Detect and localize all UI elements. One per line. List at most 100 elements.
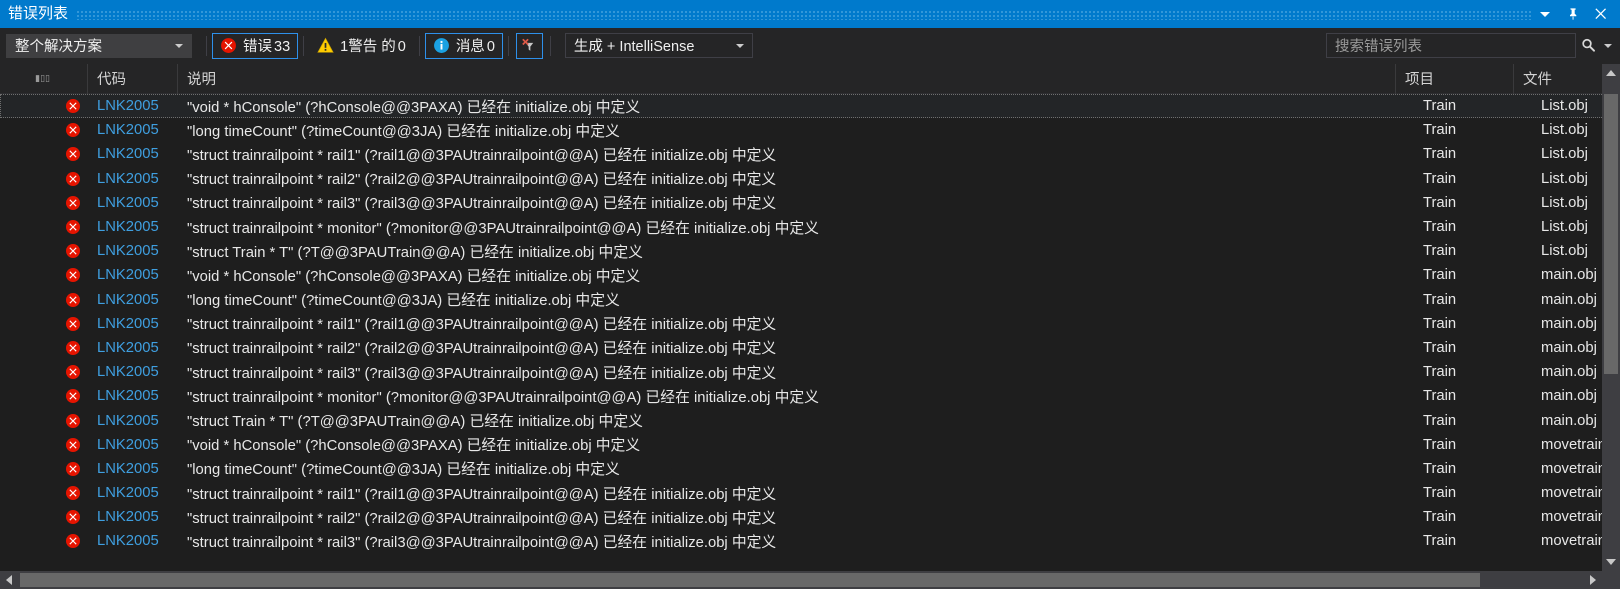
error-icon bbox=[221, 38, 236, 53]
pin-icon[interactable] bbox=[1560, 2, 1586, 26]
table-row[interactable]: LNK2005 "void * hConsole" (?hConsole@@3PA… bbox=[0, 263, 1620, 287]
error-icon bbox=[66, 389, 80, 404]
row-description: "void * hConsole" (?hConsole@@3PAXA) 已经在… bbox=[187, 99, 641, 116]
table-row[interactable]: LNK2005 "struct Train * T" (?T@@3PAUTrain… bbox=[0, 239, 1620, 263]
table-row[interactable]: LNK2005 "struct trainrailpoint * rail3" (… bbox=[0, 360, 1620, 384]
vertical-scrollbar[interactable] bbox=[1602, 64, 1620, 571]
row-code[interactable]: LNK2005 bbox=[88, 360, 178, 384]
row-code[interactable]: LNK2005 bbox=[88, 94, 178, 118]
sort-indicator-icon: ▮▯▯ bbox=[35, 73, 50, 83]
row-code[interactable]: LNK2005 bbox=[88, 167, 178, 191]
row-code[interactable]: LNK2005 bbox=[88, 336, 178, 360]
row-severity-icon bbox=[58, 360, 88, 384]
chevron-down-icon[interactable] bbox=[1532, 2, 1558, 26]
row-severity-spacer bbox=[0, 94, 58, 118]
chevron-right-icon bbox=[1590, 575, 1596, 585]
error-icon bbox=[66, 244, 80, 259]
error-icon bbox=[66, 316, 80, 331]
table-row[interactable]: LNK2005 "struct Train * T" (?T@@3PAUTrain… bbox=[0, 408, 1620, 432]
row-code[interactable]: LNK2005 bbox=[88, 191, 178, 215]
row-description: "struct trainrailpoint * rail1" (?rail1@… bbox=[187, 147, 777, 164]
table-row[interactable]: LNK2005 "void * hConsole" (?hConsole@@3PA… bbox=[0, 94, 1620, 119]
horizontal-scroll-track[interactable] bbox=[18, 571, 1584, 589]
column-header-file[interactable]: 文件 bbox=[1514, 64, 1602, 94]
row-code[interactable]: LNK2005 bbox=[88, 118, 178, 142]
row-code[interactable]: LNK2005 bbox=[88, 505, 178, 529]
errors-filter-button[interactable]: 错误 33 bbox=[212, 32, 299, 59]
row-project: Train bbox=[1423, 509, 1457, 526]
row-description: "struct trainrailpoint * rail1" (?rail1@… bbox=[187, 486, 777, 503]
search-input[interactable]: 搜索错误列表 bbox=[1326, 33, 1576, 58]
table-row[interactable]: LNK2005 "long timeCount" (?timeCount@@3JA… bbox=[0, 457, 1620, 481]
build-intellisense-selector[interactable]: 生成 + IntelliSense bbox=[564, 33, 753, 58]
scroll-up-button[interactable] bbox=[1602, 64, 1620, 82]
table-row[interactable]: LNK2005 "struct trainrailpoint * rail2" (… bbox=[0, 336, 1620, 360]
row-severity-spacer bbox=[0, 433, 58, 457]
row-severity-icon bbox=[58, 142, 88, 166]
table-row[interactable]: LNK2005 "struct trainrailpoint * rail1" (… bbox=[0, 312, 1620, 336]
row-code[interactable]: LNK2005 bbox=[88, 384, 178, 408]
titlebar-buttons bbox=[1532, 2, 1614, 26]
column-header-severity[interactable]: ▮▯▯ bbox=[0, 64, 58, 94]
messages-filter-button[interactable]: 消息 0 bbox=[424, 32, 503, 59]
table-row[interactable]: LNK2005 "struct trainrailpoint * rail1" (… bbox=[0, 481, 1620, 505]
row-severity-icon bbox=[58, 481, 88, 505]
table-row[interactable]: LNK2005 "struct trainrailpoint * rail2" (… bbox=[0, 505, 1620, 529]
row-code[interactable]: LNK2005 bbox=[88, 312, 178, 336]
row-project: Train bbox=[1423, 194, 1457, 211]
tool-window-titlebar[interactable]: 错误列表 bbox=[0, 0, 1620, 28]
row-description: "struct trainrailpoint * rail1" (?rail1@… bbox=[187, 317, 777, 334]
horizontal-scrollbar[interactable] bbox=[0, 571, 1602, 589]
row-code[interactable]: LNK2005 bbox=[88, 529, 178, 553]
row-code[interactable]: LNK2005 bbox=[88, 408, 178, 432]
row-severity-icon bbox=[58, 408, 88, 432]
row-code[interactable]: LNK2005 bbox=[88, 433, 178, 457]
column-header-project[interactable]: 项目 bbox=[1396, 63, 1514, 94]
row-code[interactable]: LNK2005 bbox=[88, 263, 178, 287]
row-project: Train bbox=[1423, 412, 1457, 429]
titlebar-drag-grip[interactable] bbox=[76, 10, 1532, 20]
row-severity-spacer bbox=[0, 360, 58, 384]
table-row[interactable]: LNK2005 "struct trainrailpoint * monitor"… bbox=[0, 215, 1620, 239]
row-code[interactable]: LNK2005 bbox=[88, 481, 178, 505]
table-row[interactable]: LNK2005 "struct trainrailpoint * monitor"… bbox=[0, 384, 1620, 408]
row-project: Train bbox=[1423, 364, 1457, 381]
table-row[interactable]: LNK2005 "long timeCount" (?timeCount@@3JA… bbox=[0, 118, 1620, 142]
table-row[interactable]: LNK2005 "long timeCount" (?timeCount@@3JA… bbox=[0, 288, 1620, 312]
table-row[interactable]: LNK2005 "struct trainrailpoint * rail2" (… bbox=[0, 167, 1620, 191]
scope-selector-combobox[interactable]: 整个解决方案 bbox=[6, 33, 192, 58]
row-description: "long timeCount" (?timeCount@@3JA) 已经在 i… bbox=[187, 293, 620, 310]
scroll-left-button[interactable] bbox=[0, 571, 18, 589]
horizontal-scroll-thumb[interactable] bbox=[20, 573, 1480, 587]
row-severity-icon bbox=[58, 457, 88, 481]
vertical-scroll-thumb[interactable] bbox=[1604, 94, 1618, 374]
row-severity-icon bbox=[58, 167, 88, 191]
row-code[interactable]: LNK2005 bbox=[88, 457, 178, 481]
row-code[interactable]: LNK2005 bbox=[88, 239, 178, 263]
build-intellisense-value: 生成 + IntelliSense bbox=[573, 39, 695, 55]
row-severity-icon bbox=[58, 191, 88, 215]
row-severity-spacer bbox=[0, 505, 58, 529]
column-header-icon[interactable] bbox=[58, 63, 88, 94]
row-project: Train bbox=[1423, 339, 1457, 356]
clear-filter-button[interactable] bbox=[515, 32, 543, 59]
search-options-chevron-down-icon[interactable] bbox=[1604, 43, 1612, 48]
row-code[interactable]: LNK2005 bbox=[88, 142, 178, 166]
row-code[interactable]: LNK2005 bbox=[88, 215, 178, 239]
scroll-right-button[interactable] bbox=[1584, 571, 1602, 589]
row-severity-icon bbox=[58, 288, 88, 312]
column-header-description[interactable]: 说明 bbox=[178, 63, 1396, 94]
close-icon[interactable] bbox=[1588, 2, 1614, 26]
table-row[interactable]: LNK2005 "struct trainrailpoint * rail3" (… bbox=[0, 191, 1620, 215]
table-row[interactable]: LNK2005 "void * hConsole" (?hConsole@@3PA… bbox=[0, 433, 1620, 457]
scroll-down-button[interactable] bbox=[1602, 553, 1620, 571]
error-icon bbox=[66, 292, 80, 307]
table-row[interactable]: LNK2005 "struct trainrailpoint * rail1" (… bbox=[0, 142, 1620, 166]
warnings-filter-button[interactable]: 1警告 的 0 bbox=[309, 33, 414, 59]
vertical-scroll-track[interactable] bbox=[1602, 82, 1620, 553]
search-icon[interactable] bbox=[1578, 37, 1598, 54]
row-code[interactable]: LNK2005 bbox=[88, 288, 178, 312]
table-row[interactable]: LNK2005 "struct trainrailpoint * rail3" (… bbox=[0, 529, 1620, 553]
column-header-code[interactable]: 代码 bbox=[88, 63, 178, 94]
row-description: "struct trainrailpoint * rail2" (?rail2@… bbox=[187, 510, 777, 527]
